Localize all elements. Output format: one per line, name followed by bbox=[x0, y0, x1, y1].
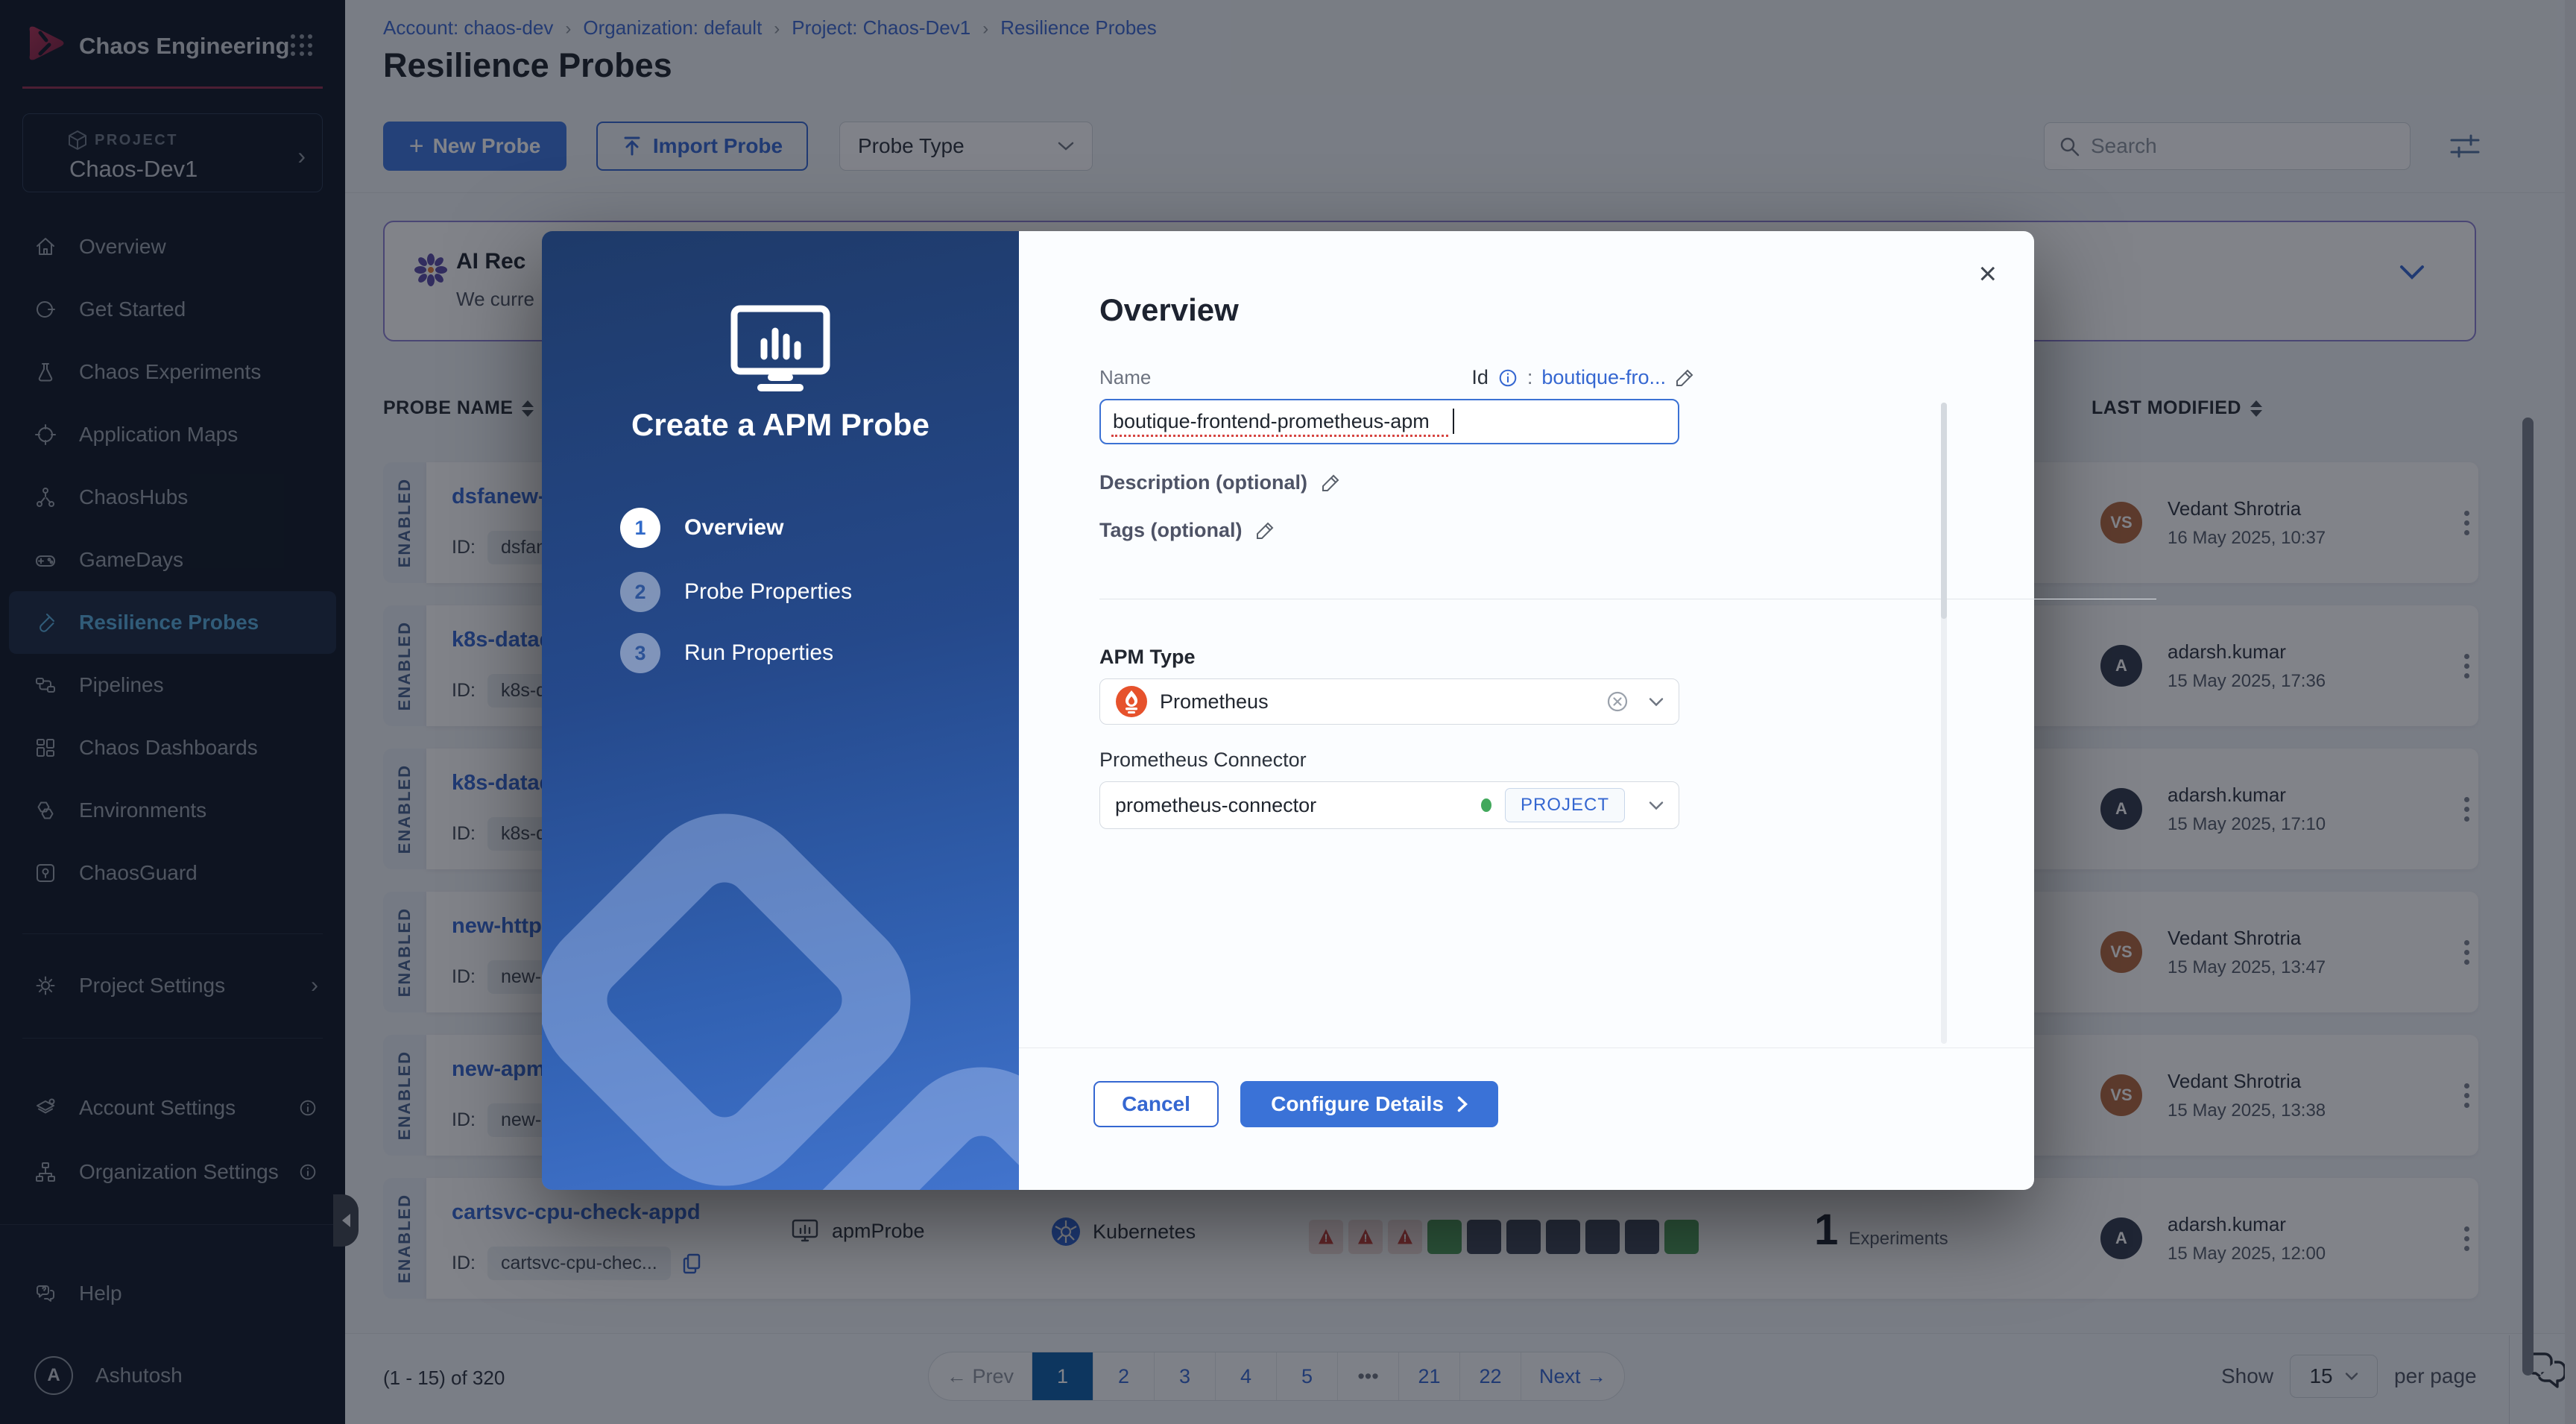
edit-pencil-icon[interactable] bbox=[1321, 473, 1340, 493]
close-icon[interactable]: × bbox=[1978, 258, 1997, 289]
form-scrollbar-thumb[interactable] bbox=[1941, 403, 1947, 619]
probe-id-value: boutique-fro... bbox=[1541, 366, 1666, 388]
probe-name-input[interactable] bbox=[1099, 399, 1679, 444]
step-overview[interactable]: 1 Overview bbox=[620, 508, 783, 548]
apm-type-select[interactable]: Prometheus bbox=[1099, 678, 1679, 725]
apm-type-label: APM Type bbox=[1099, 646, 1196, 668]
spellcheck-underline bbox=[1111, 435, 1448, 437]
connector-value: prometheus-connector bbox=[1115, 793, 1317, 816]
modal-heading: Overview bbox=[1099, 292, 1239, 327]
modal-left-panel: Create a APM Probe 1 Overview 2 Probe Pr… bbox=[542, 231, 1019, 1190]
prometheus-connector-select[interactable]: prometheus-connector PROJECT bbox=[1099, 781, 1679, 829]
clear-icon[interactable] bbox=[1606, 690, 1629, 713]
edit-pencil-icon[interactable] bbox=[1255, 521, 1275, 541]
watermark-logo bbox=[542, 813, 1019, 1190]
step-probe-properties[interactable]: 2 Probe Properties bbox=[620, 572, 852, 612]
configure-details-button[interactable]: Configure Details bbox=[1240, 1081, 1498, 1127]
chevron-down-icon bbox=[1649, 697, 1664, 706]
modal-title: Create a APM Probe bbox=[631, 407, 929, 442]
apm-monitor-icon bbox=[730, 305, 830, 391]
probe-id-group: Id : boutique-fro... bbox=[1471, 366, 1694, 389]
chevron-right-icon bbox=[1457, 1096, 1468, 1112]
connector-status-dot bbox=[1480, 798, 1491, 812]
apm-type-value: Prometheus bbox=[1160, 690, 1269, 713]
text-cursor bbox=[1453, 409, 1454, 434]
chevron-down-icon bbox=[1649, 801, 1664, 810]
prometheus-icon bbox=[1116, 686, 1147, 717]
connector-scope-badge: PROJECT bbox=[1504, 788, 1625, 822]
divider bbox=[1019, 1047, 2034, 1048]
description-label: Description (optional) bbox=[1099, 471, 1340, 494]
cancel-button[interactable]: Cancel bbox=[1093, 1081, 1219, 1127]
create-apm-probe-modal: Create a APM Probe 1 Overview 2 Probe Pr… bbox=[542, 231, 2156, 1190]
step-run-properties[interactable]: 3 Run Properties bbox=[620, 633, 833, 673]
name-label: Name bbox=[1099, 366, 1152, 388]
name-field-wrap bbox=[1099, 399, 1679, 444]
modal-right-panel: × Overview Name Id : boutique-fro... Des… bbox=[1019, 231, 2156, 1190]
connector-label: Prometheus Connector bbox=[1099, 749, 1307, 771]
edit-pencil-icon[interactable] bbox=[1675, 368, 1694, 388]
info-icon bbox=[1499, 369, 1517, 386]
tags-label: Tags (optional) bbox=[1099, 519, 1275, 542]
